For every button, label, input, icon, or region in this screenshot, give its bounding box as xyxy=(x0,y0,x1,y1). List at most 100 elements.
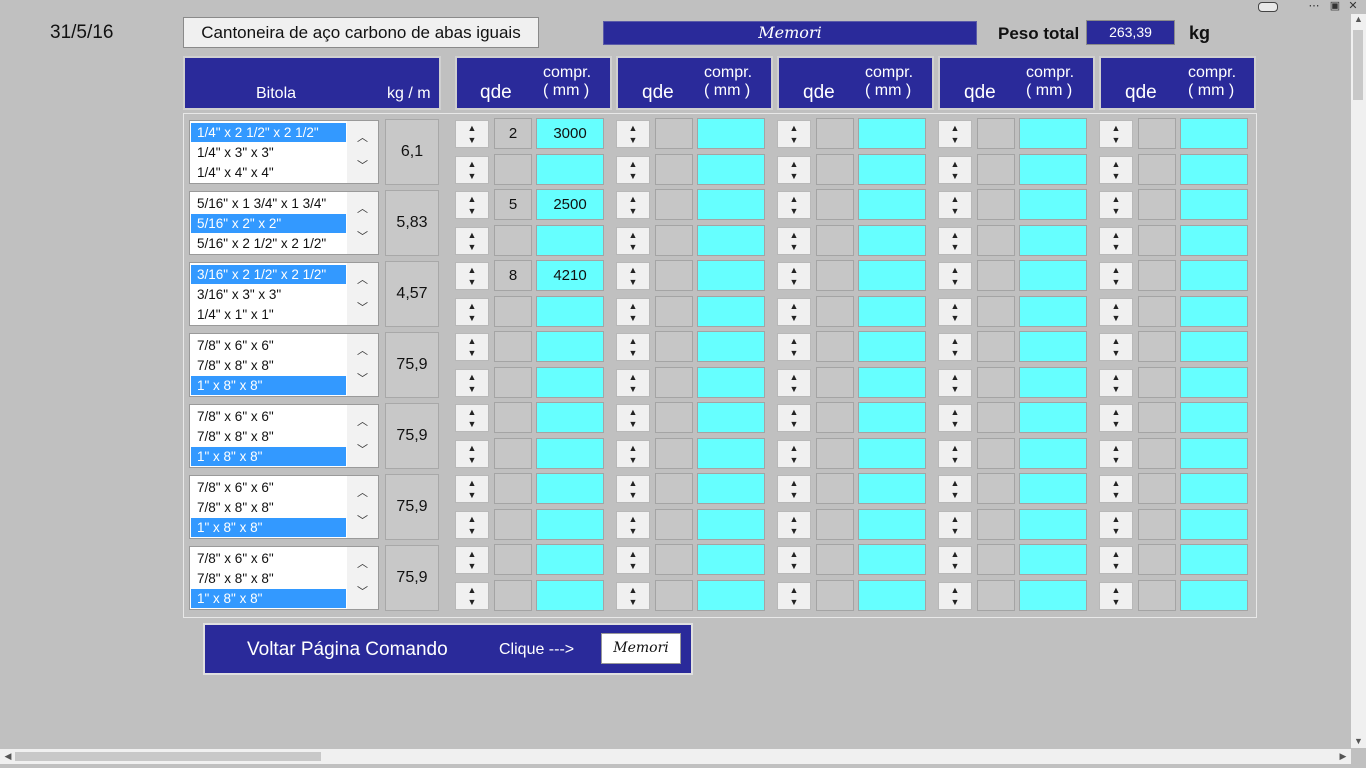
quantity-spinner[interactable]: ▲ ▼ xyxy=(616,546,650,574)
compr-field[interactable] xyxy=(536,509,604,540)
chevron-down-icon[interactable]: ▼ xyxy=(778,243,810,252)
quantity-spinner[interactable]: ▲ ▼ xyxy=(616,404,650,432)
chevron-up-icon[interactable]: ▲ xyxy=(456,408,488,417)
bitola-option[interactable]: 7/8" x 8" x 8" xyxy=(191,498,346,517)
chevron-down-icon[interactable]: ▼ xyxy=(939,278,971,287)
compr-field[interactable] xyxy=(1019,544,1087,575)
chevron-down-icon[interactable]: ▼ xyxy=(456,349,488,358)
compr-field[interactable] xyxy=(697,438,765,469)
chevron-up-icon[interactable]: ▲ xyxy=(939,586,971,595)
compr-field[interactable] xyxy=(697,544,765,575)
compr-field[interactable] xyxy=(536,580,604,611)
bitola-listbox[interactable]: 7/8" x 6" x 6" 7/8" x 8" x 8" 1" x 8" x 8"… xyxy=(189,404,379,468)
chevron-down-icon[interactable]: ▼ xyxy=(617,207,649,216)
compr-field[interactable] xyxy=(1180,509,1248,540)
quantity-spinner[interactable]: ▲ ▼ xyxy=(616,298,650,326)
quantity-spinner[interactable]: ▲ ▼ xyxy=(616,511,650,539)
chevron-up-icon[interactable]: ▲ xyxy=(939,266,971,275)
chevron-down-icon[interactable]: ﹀ xyxy=(347,157,378,173)
chevron-up-icon[interactable]: ▲ xyxy=(456,373,488,382)
qde-field[interactable] xyxy=(977,473,1015,504)
chevron-up-icon[interactable]: ▲ xyxy=(939,124,971,133)
chevron-up-icon[interactable]: ▲ xyxy=(1100,515,1132,524)
chevron-down-icon[interactable]: ▼ xyxy=(939,491,971,500)
chevron-down-icon[interactable]: ﹀ xyxy=(347,228,378,244)
qde-field[interactable] xyxy=(1138,473,1176,504)
chevron-down-icon[interactable]: ▼ xyxy=(1100,527,1132,536)
bitola-option[interactable]: 3/16" x 3" x 3" xyxy=(191,285,346,304)
quantity-spinner[interactable]: ▲ ▼ xyxy=(777,404,811,432)
quantity-spinner[interactable]: ▲ ▼ xyxy=(1099,227,1133,255)
bitola-option[interactable]: 1" x 8" x 8" xyxy=(191,447,346,466)
quantity-spinner[interactable]: ▲ ▼ xyxy=(1099,191,1133,219)
chevron-up-icon[interactable]: ▲ xyxy=(617,515,649,524)
chevron-up-icon[interactable]: ▲ xyxy=(939,302,971,311)
chevron-up-icon[interactable]: ▲ xyxy=(778,195,810,204)
chevron-down-icon[interactable]: ▼ xyxy=(1100,598,1132,607)
chevron-down-icon[interactable]: ▼ xyxy=(456,562,488,571)
quantity-spinner[interactable]: ▲ ▼ xyxy=(777,582,811,610)
chevron-up-icon[interactable]: ▲ xyxy=(617,444,649,453)
qde-field[interactable] xyxy=(1138,580,1176,611)
qde-field[interactable] xyxy=(1138,509,1176,540)
qde-field[interactable] xyxy=(977,296,1015,327)
chevron-down-icon[interactable]: ▼ xyxy=(939,598,971,607)
chevron-up-icon[interactable]: ▲ xyxy=(939,408,971,417)
compr-field[interactable] xyxy=(697,225,765,256)
qde-field[interactable] xyxy=(816,509,854,540)
title-button[interactable]: Cantoneira de aço carbono de abas iguais xyxy=(183,17,539,48)
quantity-spinner[interactable]: ▲ ▼ xyxy=(777,369,811,397)
chevron-up-icon[interactable]: ▲ xyxy=(456,479,488,488)
chevron-up-icon[interactable]: ▲ xyxy=(939,444,971,453)
compr-field[interactable] xyxy=(536,544,604,575)
chevron-down-icon[interactable]: ▼ xyxy=(778,562,810,571)
chevron-up-icon[interactable]: ▲ xyxy=(617,408,649,417)
qde-field[interactable] xyxy=(655,331,693,362)
qde-field[interactable] xyxy=(1138,544,1176,575)
compr-field[interactable] xyxy=(1180,473,1248,504)
compr-field[interactable] xyxy=(1180,260,1248,291)
chevron-down-icon[interactable]: ▼ xyxy=(778,278,810,287)
chevron-down-icon[interactable]: ▼ xyxy=(617,420,649,429)
compr-field[interactable] xyxy=(1019,118,1087,149)
qde-field[interactable]: 8 xyxy=(494,260,532,291)
chevron-up-icon[interactable]: ▲ xyxy=(456,160,488,169)
chevron-up-icon[interactable]: ▲ xyxy=(617,479,649,488)
compr-field[interactable] xyxy=(1019,509,1087,540)
chevron-up-icon[interactable]: ▲ xyxy=(617,124,649,133)
compr-field[interactable] xyxy=(697,331,765,362)
compr-field[interactable] xyxy=(858,260,926,291)
chevron-down-icon[interactable]: ▼ xyxy=(939,456,971,465)
chevron-down-icon[interactable]: ▼ xyxy=(778,349,810,358)
chevron-up-icon[interactable]: ︿ xyxy=(347,129,378,145)
compr-field[interactable] xyxy=(536,296,604,327)
quantity-spinner[interactable]: ▲ ▼ xyxy=(938,440,972,468)
qde-field[interactable]: 5 xyxy=(494,189,532,220)
chevron-down-icon[interactable]: ▼ xyxy=(617,172,649,181)
qde-field[interactable] xyxy=(494,225,532,256)
chevron-up-icon[interactable]: ▲ xyxy=(778,302,810,311)
compr-field[interactable] xyxy=(858,331,926,362)
chevron-down-icon[interactable]: ▼ xyxy=(778,314,810,323)
qde-field[interactable] xyxy=(494,473,532,504)
compr-field[interactable] xyxy=(858,225,926,256)
bitola-listbox[interactable]: 5/16" x 1 3/4" x 1 3/4" 5/16" x 2" x 2" 5/… xyxy=(189,191,379,255)
quantity-spinner[interactable]: ▲ ▼ xyxy=(938,404,972,432)
qde-field[interactable] xyxy=(816,331,854,362)
chevron-down-icon[interactable]: ▼ xyxy=(617,243,649,252)
bitola-option[interactable]: 7/8" x 6" x 6" xyxy=(191,407,346,426)
bitola-listbox[interactable]: 7/8" x 6" x 6" 7/8" x 8" x 8" 1" x 8" x 8"… xyxy=(189,546,379,610)
compr-field[interactable] xyxy=(1019,367,1087,398)
chevron-down-icon[interactable]: ▼ xyxy=(939,562,971,571)
qde-field[interactable] xyxy=(977,509,1015,540)
restore-tab-icon[interactable] xyxy=(1258,2,1278,12)
compr-field[interactable] xyxy=(697,154,765,185)
quantity-spinner[interactable]: ▲ ▼ xyxy=(616,120,650,148)
quantity-spinner[interactable]: ▲ ▼ xyxy=(938,333,972,361)
chevron-down-icon[interactable]: ﹀ xyxy=(347,441,378,457)
compr-field[interactable] xyxy=(858,438,926,469)
quantity-spinner[interactable]: ▲ ▼ xyxy=(616,582,650,610)
quantity-spinner[interactable]: ▲ ▼ xyxy=(938,582,972,610)
bitola-option[interactable]: 3/16" x 2 1/2" x 2 1/2" xyxy=(191,265,346,284)
chevron-up-icon[interactable]: ︿ xyxy=(347,413,378,429)
